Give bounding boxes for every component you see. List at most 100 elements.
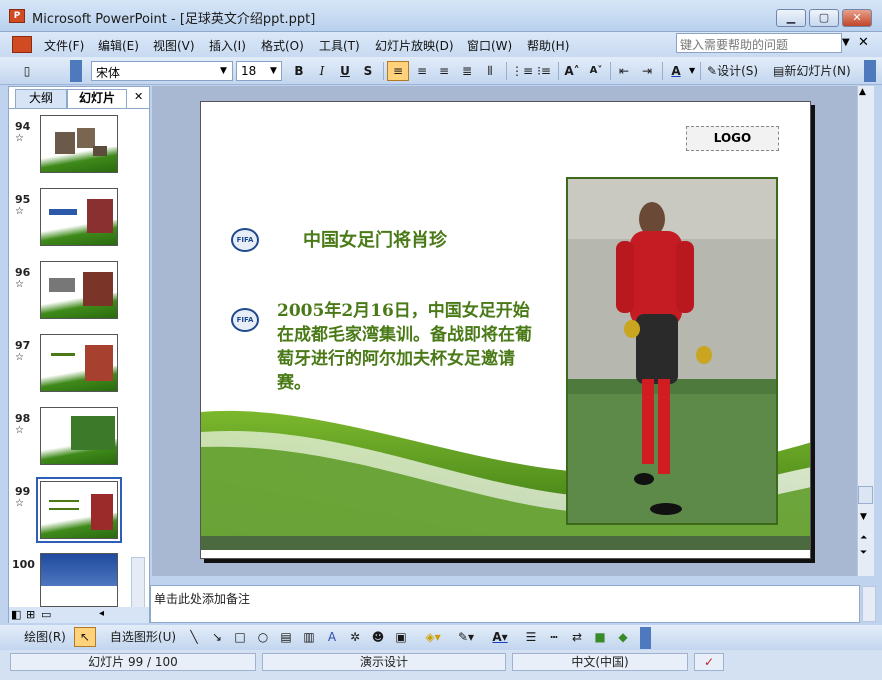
star-icon: ☆	[15, 206, 24, 217]
slide-vertical-scrollbar[interactable]: ▲ ▼ ⏶ ⏷	[857, 86, 874, 576]
slide-thumbnail-97[interactable]	[40, 334, 118, 392]
menu-edit[interactable]: 编辑(E)	[98, 37, 139, 54]
3d-style-icon[interactable]: ◆	[614, 627, 632, 647]
close-document-icon[interactable]: ✕	[858, 35, 869, 50]
align-left-button[interactable]: ≡	[387, 61, 409, 81]
new-slide-button[interactable]: ▤新幻灯片(N)	[770, 61, 858, 81]
status-bar: 幻灯片 99 / 100 演示设计 中文(中国) ✓	[0, 650, 882, 680]
slide-number: 97	[15, 339, 31, 352]
numbering-button[interactable]: ⋮≡	[510, 61, 533, 81]
notes-scrollbar[interactable]	[862, 586, 876, 622]
maximize-button[interactable]: ▢	[809, 9, 839, 27]
menu-format[interactable]: 格式(O)	[261, 37, 304, 54]
shadow-style-icon[interactable]: ■	[591, 627, 609, 647]
decrease-indent-button[interactable]: ⇤	[613, 61, 635, 81]
pane-scrollbar[interactable]	[131, 557, 145, 611]
slide-canvas[interactable]: LOGO FIFA 中国女足门将肖珍 FIFA 2005年2月16日，中国女足开…	[200, 101, 811, 559]
font-select[interactable]: 宋体	[91, 61, 233, 81]
help-dropdown-icon[interactable]: ▼	[842, 37, 850, 48]
close-pane-icon[interactable]: ✕	[134, 90, 143, 103]
slide-number: 96	[15, 266, 31, 279]
line-color-icon[interactable]: ✎▾	[453, 627, 479, 647]
font-color-dropdown-icon[interactable]: ▼	[689, 66, 695, 75]
arrow-style-icon[interactable]: ⇄	[568, 627, 586, 647]
slide-thumbnail-99[interactable]	[40, 481, 118, 539]
new-document-icon[interactable]: ▯	[16, 61, 38, 81]
scroll-left-icon[interactable]: ◂	[99, 608, 104, 619]
scroll-down-icon[interactable]: ▼	[860, 512, 867, 522]
menu-help[interactable]: 帮助(H)	[527, 37, 569, 54]
text-direction-button[interactable]: ⦀	[479, 61, 501, 81]
shadow-button[interactable]: S	[358, 61, 378, 81]
document-icon[interactable]	[12, 36, 32, 53]
slide-number: 98	[15, 412, 31, 425]
align-center-button[interactable]: ≡	[411, 61, 433, 81]
fill-color-icon[interactable]: ◈▾	[420, 627, 446, 647]
slide-thumbnail-96[interactable]	[40, 261, 118, 319]
scroll-up-icon[interactable]: ▲	[859, 87, 866, 97]
slideshow-icon[interactable]: ▭	[41, 608, 51, 621]
menu-insert[interactable]: 插入(I)	[209, 37, 246, 54]
slide-thumbnail-100[interactable]	[40, 553, 118, 607]
menu-slideshow[interactable]: 幻灯片放映(D)	[375, 37, 454, 54]
tab-outline[interactable]: 大纲	[15, 89, 67, 108]
menu-view[interactable]: 视图(V)	[153, 37, 195, 54]
slide-sorter-icon[interactable]: ⊞	[26, 608, 35, 621]
select-pointer-button[interactable]: ↖	[74, 627, 96, 647]
notes-pane[interactable]: 单击此处添加备注	[150, 585, 860, 623]
font-size-dropdown-icon[interactable]: ▼	[270, 66, 277, 76]
normal-view-icon[interactable]: ◧	[11, 608, 21, 621]
align-right-button[interactable]: ≡	[433, 61, 455, 81]
close-window-button[interactable]: ✕	[842, 9, 872, 27]
toolbar-options-icon[interactable]	[640, 627, 651, 649]
bullets-button[interactable]: ⁝≡	[533, 61, 555, 81]
vertical-textbox-icon[interactable]: ▥	[300, 627, 318, 647]
oval-tool-icon[interactable]: ○	[254, 627, 272, 647]
menu-file[interactable]: 文件(F)	[44, 37, 84, 54]
font-color-draw-icon[interactable]: A▾	[486, 627, 514, 647]
previous-slide-icon[interactable]: ⏶	[860, 533, 867, 543]
dash-style-icon[interactable]: ┅	[545, 627, 563, 647]
italic-button[interactable]: I	[312, 61, 332, 81]
autoshapes-button[interactable]: 自选图形(U)	[104, 627, 182, 647]
increase-indent-button[interactable]: ⇥	[636, 61, 658, 81]
tab-slides[interactable]: 幻灯片	[67, 89, 127, 108]
slide-body-text[interactable]: 2005年2月16日，中国女足开始在成都毛家湾集训。备战即将在葡萄牙进行的阿尔加…	[277, 299, 545, 395]
font-color-button[interactable]: A	[665, 61, 687, 81]
diagram-icon[interactable]: ✲	[346, 627, 364, 647]
scroll-thumb[interactable]	[858, 486, 873, 504]
line-tool-icon[interactable]: ╲	[185, 627, 203, 647]
slide-thumbnail-94[interactable]	[40, 115, 118, 173]
rectangle-tool-icon[interactable]: □	[231, 627, 249, 647]
line-style-icon[interactable]: ☰	[522, 627, 540, 647]
draw-menu-button[interactable]: 绘图(R)	[17, 627, 73, 647]
toolbar-separator	[662, 62, 663, 80]
notes-placeholder: 单击此处添加备注	[154, 592, 251, 606]
slide-thumbnail-98[interactable]	[40, 407, 118, 465]
spelling-icon[interactable]: ✓	[694, 653, 724, 671]
arrow-tool-icon[interactable]: ↘	[208, 627, 226, 647]
textbox-tool-icon[interactable]: ▤	[277, 627, 295, 647]
wordart-icon[interactable]: A	[323, 627, 341, 647]
menu-tools[interactable]: 工具(T)	[319, 37, 360, 54]
bold-button[interactable]: B	[289, 61, 309, 81]
new-slide-label: 新幻灯片(N)	[784, 64, 851, 78]
increase-font-button[interactable]: A˄	[561, 61, 583, 81]
font-dropdown-icon[interactable]: ▼	[220, 66, 227, 76]
slide-thumbnail-95[interactable]	[40, 188, 118, 246]
toolbar-options-icon[interactable]	[864, 60, 876, 82]
window-title: Microsoft PowerPoint - [足球英文介绍ppt.ppt]	[32, 12, 316, 27]
slide-title[interactable]: 中国女足门将肖珍	[303, 226, 447, 252]
picture-icon[interactable]: ▣	[392, 627, 410, 647]
minimize-button[interactable]: ▁	[776, 9, 806, 27]
underline-button[interactable]: U	[335, 61, 355, 81]
design-button[interactable]: ✎设计(S)	[704, 61, 766, 81]
clipart-icon[interactable]: ☻	[369, 627, 387, 647]
toolbar-options-icon[interactable]	[70, 60, 82, 82]
next-slide-icon[interactable]: ⏷	[860, 548, 867, 558]
help-search-input[interactable]: 键入需要帮助的问题	[676, 33, 842, 53]
decrease-font-button[interactable]: A˅	[585, 61, 607, 81]
menu-window[interactable]: 窗口(W)	[467, 37, 512, 54]
slide-number: 100	[12, 558, 35, 571]
distribute-button[interactable]: ≣	[456, 61, 478, 81]
